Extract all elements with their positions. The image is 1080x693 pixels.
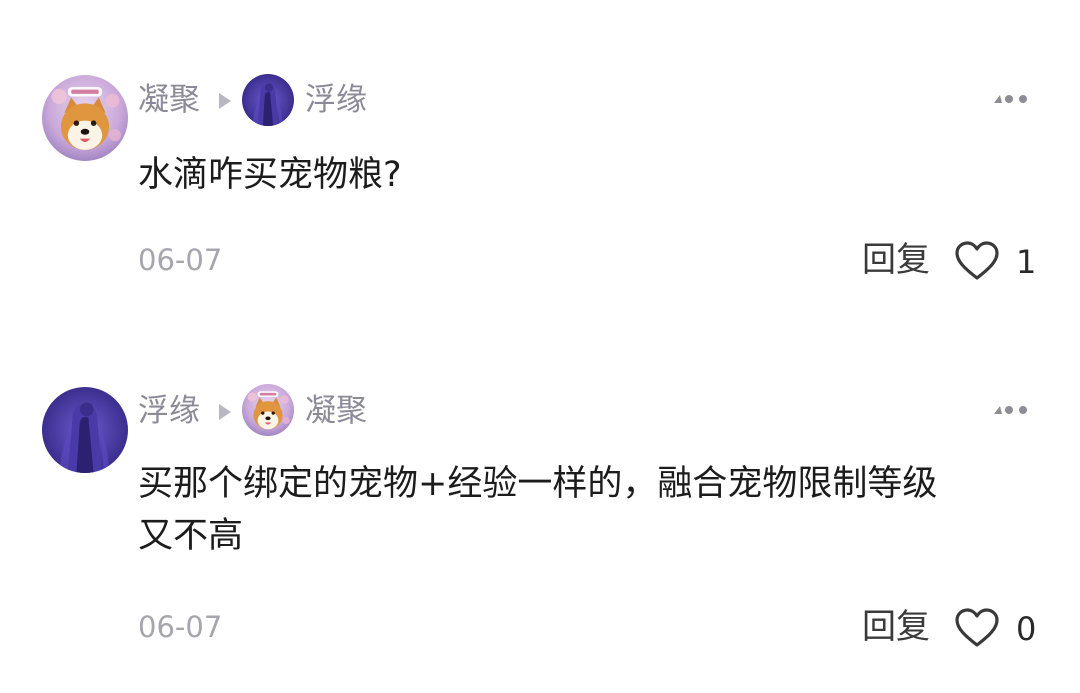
author-name[interactable]: 浮缘 — [138, 396, 200, 427]
like-count: 0 — [1016, 610, 1037, 648]
triangle-right-icon — [219, 404, 231, 420]
reply-button[interactable]: 回复 — [862, 610, 930, 644]
reply-to-name[interactable]: 凝聚 — [305, 396, 367, 427]
comment-item: 浮缘 凝聚 买那个绑定的宠物+经验一样的，融合宠物限制等级 又不高 06-07 … — [0, 0, 1080, 693]
reply-to-avatar[interactable] — [242, 384, 294, 436]
more-dots-icon[interactable] — [994, 403, 1030, 417]
comment-text: 买那个绑定的宠物+经验一样的，融合宠物限制等级 又不高 — [138, 464, 938, 556]
comment-date: 06-07 — [138, 610, 223, 644]
heart-outline-icon[interactable] — [954, 607, 1000, 649]
avatar[interactable] — [42, 387, 128, 473]
